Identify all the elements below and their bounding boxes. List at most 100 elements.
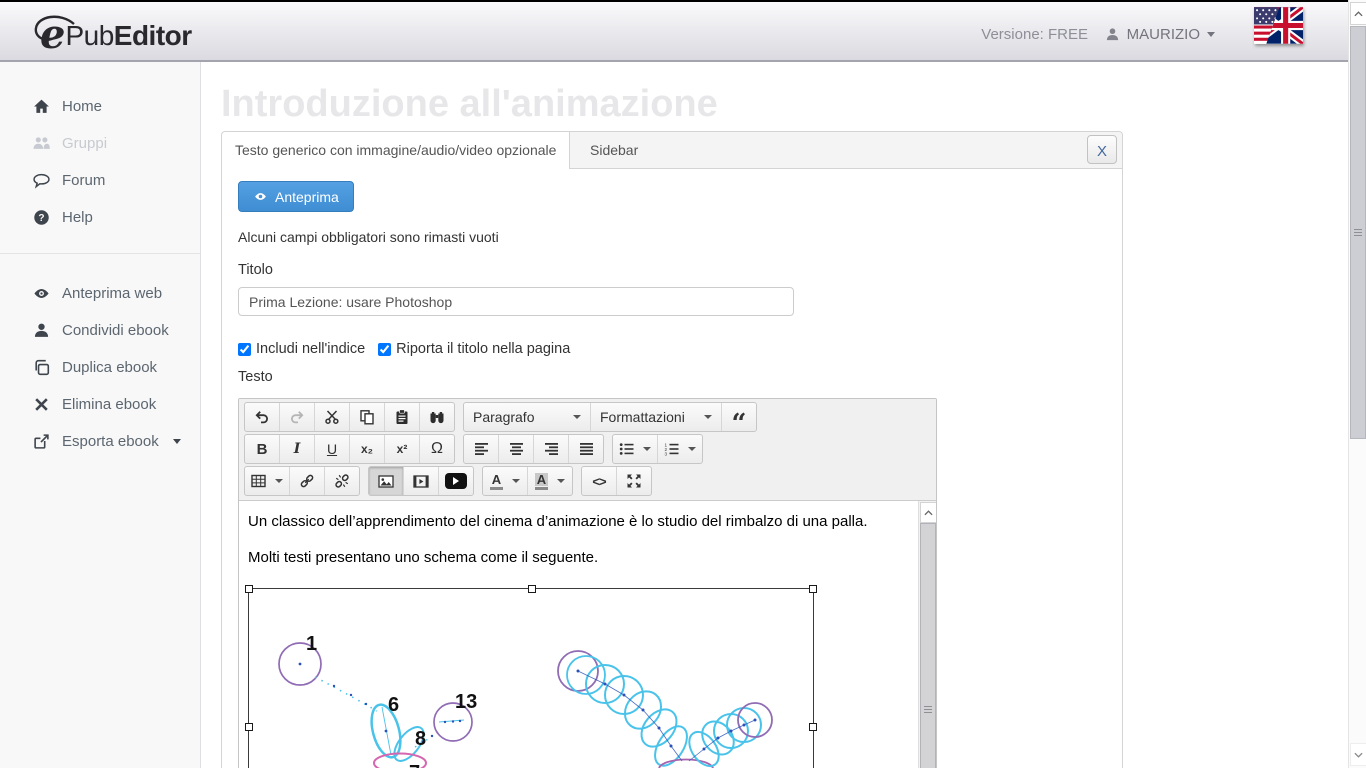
bold-button[interactable]: B	[245, 435, 279, 463]
link-button[interactable]	[289, 467, 324, 495]
resize-handle-top-left[interactable]	[245, 585, 253, 593]
editor-paragraph[interactable]: Molti testi presentano uno schema come i…	[239, 532, 936, 568]
sidebar-item-esporta-ebook[interactable]: Esporta ebook	[0, 423, 200, 460]
editor-scrollbar[interactable]	[918, 501, 936, 768]
riporta-titolo-checkbox-label[interactable]: Riporta il titolo nella pagina	[378, 341, 570, 357]
unlink-button[interactable]	[324, 467, 359, 495]
superscript-button[interactable]: x²	[384, 435, 419, 463]
diagram-number: 7	[409, 762, 420, 768]
align-right-button[interactable]	[533, 435, 568, 463]
sidebar-item-duplica-ebook[interactable]: Duplica ebook	[0, 349, 200, 386]
includi-indice-checkbox[interactable]	[238, 343, 251, 356]
redo-button[interactable]	[279, 403, 314, 431]
paste-icon	[394, 409, 410, 425]
chevron-down-icon	[275, 479, 283, 483]
text-color-icon: A	[490, 473, 503, 490]
tab-sidebar[interactable]: Sidebar	[574, 132, 654, 168]
close-panel-button[interactable]: X	[1087, 135, 1117, 164]
sidebar-item-elimina-ebook[interactable]: Elimina ebook	[0, 386, 200, 423]
checkbox-row: Includi nell'indice Riporta il titolo ne…	[238, 341, 1122, 357]
resize-handle-middle-left[interactable]	[245, 723, 253, 731]
anteprima-button[interactable]: Anteprima	[238, 181, 354, 212]
scrollbar-thumb[interactable]	[1350, 26, 1366, 439]
italic-icon: I	[294, 441, 301, 457]
fullscreen-button[interactable]	[616, 467, 651, 495]
riporta-titolo-checkbox[interactable]	[378, 343, 391, 356]
cut-icon	[324, 409, 340, 425]
users-icon	[33, 135, 50, 152]
table-button[interactable]	[245, 467, 289, 495]
editor-scroll-up-button[interactable]	[920, 502, 937, 523]
align-left-icon	[474, 442, 489, 456]
resize-handle-top-center[interactable]	[528, 585, 536, 593]
format-group: Paragrafo Formattazioni “	[463, 402, 757, 432]
image-icon	[378, 474, 394, 489]
tab-testo-generico[interactable]: Testo generico con immagine/audio/video …	[222, 132, 570, 169]
diagram-number: 13	[455, 691, 477, 713]
sidebar-item-label: Elimina ebook	[62, 396, 156, 413]
image-button[interactable]	[369, 467, 403, 495]
formats-dropdown[interactable]: Formattazioni	[590, 403, 721, 431]
blockquote-button[interactable]: “	[721, 403, 756, 431]
bullet-list-button[interactable]	[613, 435, 657, 463]
editor-paragraph[interactable]: Un classico dell’apprendimento del cinem…	[239, 501, 936, 532]
subscript-button[interactable]: x₂	[349, 435, 384, 463]
editor-scrollbar-grip	[924, 706, 932, 714]
cut-button[interactable]	[314, 403, 349, 431]
page-scrollbar[interactable]	[1348, 0, 1366, 768]
blockquote-icon: “	[732, 419, 747, 429]
required-fields-warning: Alcuni campi obbligatori sono rimasti vu…	[238, 229, 1122, 245]
align-left-button[interactable]	[464, 435, 498, 463]
testo-label: Testo	[238, 369, 1122, 385]
resize-handle-middle-right[interactable]	[809, 723, 817, 731]
align-center-button[interactable]	[498, 435, 533, 463]
page-title: Introduzione all'animazione	[221, 83, 718, 126]
underline-button[interactable]: U	[314, 435, 349, 463]
youtube-icon	[445, 473, 467, 489]
svg-text:?: ?	[38, 213, 44, 224]
app-logo[interactable]: ePubEditor	[40, 8, 192, 55]
background-color-button[interactable]: A	[527, 467, 572, 495]
youtube-button[interactable]	[438, 467, 473, 495]
undo-button[interactable]	[245, 403, 279, 431]
chevron-down-icon	[173, 439, 181, 444]
align-justify-button[interactable]	[568, 435, 603, 463]
numbered-list-button[interactable]: 123	[657, 435, 702, 463]
user-menu[interactable]: MAURIZIO	[1105, 26, 1215, 43]
paragraph-dropdown-label: Paragrafo	[473, 409, 534, 425]
media-button[interactable]	[403, 467, 438, 495]
color-group: A A	[482, 466, 573, 496]
resize-handle-top-right[interactable]	[809, 585, 817, 593]
editor-content[interactable]: Un classico dell’apprendimento del cinem…	[239, 501, 936, 768]
selected-image[interactable]: 1 6 13 8 7	[248, 588, 814, 768]
paragraph-dropdown[interactable]: Paragrafo	[464, 403, 590, 431]
scroll-down-button[interactable]	[1350, 743, 1366, 766]
sidebar-item-home[interactable]: Home	[0, 88, 200, 125]
italic-button[interactable]: I	[279, 435, 314, 463]
language-flag-icon[interactable]	[1254, 7, 1303, 44]
editor-scrollbar-thumb[interactable]	[920, 523, 936, 768]
formats-dropdown-label: Formattazioni	[600, 409, 685, 425]
insert-group	[244, 466, 360, 496]
x-icon	[33, 396, 50, 413]
titolo-label: Titolo	[238, 262, 1122, 278]
includi-indice-checkbox-label[interactable]: Includi nell'indice	[238, 341, 365, 357]
text-color-button[interactable]: A	[483, 467, 527, 495]
titolo-input[interactable]	[238, 287, 794, 316]
sidebar-actions: Anteprima web Condividi ebook Duplica eb…	[0, 273, 200, 460]
diagram-number: 1	[306, 633, 317, 655]
special-char-button[interactable]: Ω	[419, 435, 454, 463]
sidebar-item-help[interactable]: ? Help	[0, 199, 200, 236]
chevron-down-icon	[573, 415, 581, 419]
sidebar-item-condividi-ebook[interactable]: Condividi ebook	[0, 312, 200, 349]
paste-button[interactable]	[384, 403, 419, 431]
copy-button[interactable]	[349, 403, 384, 431]
sidebar-item-anteprima-web[interactable]: Anteprima web	[0, 275, 200, 312]
sidebar-item-label: Condividi ebook	[62, 322, 169, 339]
sidebar-item-gruppi: Gruppi	[0, 125, 200, 162]
source-code-button[interactable]: <>	[582, 467, 616, 495]
sidebar-item-forum[interactable]: Forum	[0, 162, 200, 199]
search-replace-button[interactable]	[419, 403, 454, 431]
diagram-number: 8	[415, 728, 426, 750]
scroll-up-button[interactable]	[1350, 2, 1366, 25]
